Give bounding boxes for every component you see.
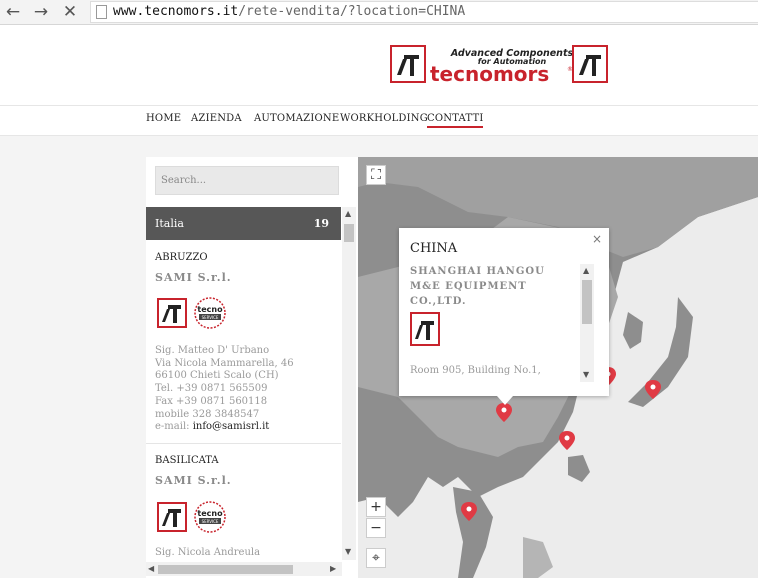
scroll-up-icon[interactable]: ▲ [583, 266, 589, 275]
page-icon [96, 5, 107, 19]
infowindow-pointer [497, 396, 513, 405]
country-header-italia[interactable]: Italia 19 [146, 207, 341, 240]
nav-automazione[interactable]: AUTOMAZIONE [254, 113, 339, 124]
svg-text:SERVICE: SERVICE [202, 315, 219, 320]
tecno-service-badge-icon: tecno SERVICE [194, 297, 226, 329]
scrollbar-thumb[interactable] [582, 280, 592, 324]
close-icon[interactable]: × [592, 232, 602, 246]
scrollbar-thumb[interactable] [158, 565, 293, 574]
svg-text:tecno: tecno [197, 509, 223, 518]
main-nav: HOME AZIENDA AUTOMAZIONE WORKHOLDING CON… [0, 105, 758, 136]
map-infowindow: CHINA × SHANGHAI HANGOU M&E EQUIPMENT CO… [399, 228, 609, 405]
nav-home[interactable]: HOME [146, 113, 181, 124]
sidebar-horizontal-scrollbar[interactable]: ◀ ▶ [146, 562, 342, 576]
email-link[interactable]: info@samisrl.it [193, 421, 270, 432]
search-input[interactable]: Search... [155, 166, 339, 195]
fullscreen-icon[interactable]: ⛶ [366, 165, 386, 185]
svg-text:SERVICE: SERVICE [202, 519, 219, 524]
contact-details: Sig. Matteo D' Urbano Via Nicola Mammare… [155, 345, 294, 433]
site-header: Advanced Components for Automation tecno… [0, 26, 758, 105]
nav-workholding[interactable]: WORKHOLDING [340, 113, 428, 124]
company-logo-icon [410, 312, 440, 346]
company-logo-icon [157, 298, 187, 328]
tecnomors-logo[interactable]: Advanced Components for Automation tecno… [390, 45, 608, 85]
scroll-down-icon[interactable]: ▼ [583, 370, 589, 379]
company-name: SAMI S.r.l. [155, 474, 232, 487]
infowindow-scrollbar[interactable]: ▲ ▼ [580, 264, 594, 382]
locate-icon[interactable]: ⌖ [366, 548, 386, 568]
browser-toolbar: ← → ✕ www.tecnomors.it/rete-vendita/?loc… [0, 0, 758, 25]
forward-arrow-icon[interactable]: → [31, 2, 51, 22]
country-count: 19 [313, 217, 329, 230]
infowindow-address-clip: Room 905, Building No.1, Caoxi Centre Lu… [399, 358, 579, 378]
stop-close-icon[interactable]: ✕ [60, 2, 80, 22]
scroll-left-icon[interactable]: ◀ [148, 564, 154, 573]
address-url[interactable]: www.tecnomors.it/rete-vendita/?location=… [113, 4, 465, 19]
company-logo-icon [157, 502, 187, 532]
region-basilicata: BASILICATA [155, 455, 219, 466]
sidebar-vertical-scrollbar[interactable]: ▲ ▼ [342, 207, 356, 560]
tecno-service-badge-icon: tecno SERVICE [194, 501, 226, 533]
infowindow-company: SHANGHAI HANGOU M&E EQUIPMENT CO.,LTD. [410, 266, 545, 307]
country-name: Italia [155, 217, 184, 230]
scrollbar-thumb[interactable] [344, 224, 354, 242]
zoom-out-button[interactable]: − [366, 518, 386, 538]
infowindow-address: Room 905, Building No.1, Caoxi Centre Lu… [410, 365, 541, 376]
logo-mark-left-icon [390, 45, 426, 83]
url-host: www.tecnomors.it [113, 4, 239, 19]
logo-wordmark: tecnomors [430, 62, 549, 85]
region-abruzzo: ABRUZZO [155, 252, 208, 263]
entry-divider [146, 443, 341, 444]
scroll-up-icon[interactable]: ▲ [345, 209, 351, 218]
nav-contatti[interactable]: CONTATTI [427, 113, 484, 128]
scroll-right-icon[interactable]: ▶ [330, 564, 336, 573]
address-bar[interactable]: www.tecnomors.it/rete-vendita/?location=… [90, 1, 758, 23]
nav-azienda[interactable]: AZIENDA [191, 113, 242, 124]
url-path: /rete-vendita/?location=CHINA [238, 4, 466, 19]
logo-mark-right-icon [572, 45, 608, 83]
infowindow-title: CHINA [410, 241, 458, 256]
contact-details: Sig. Nicola Andreula [155, 547, 261, 558]
company-name: SAMI S.r.l. [155, 271, 232, 284]
scroll-down-icon[interactable]: ▼ [345, 547, 351, 556]
svg-text:tecno: tecno [197, 305, 223, 314]
zoom-in-button[interactable]: + [366, 497, 386, 517]
back-arrow-icon[interactable]: ← [3, 2, 23, 22]
